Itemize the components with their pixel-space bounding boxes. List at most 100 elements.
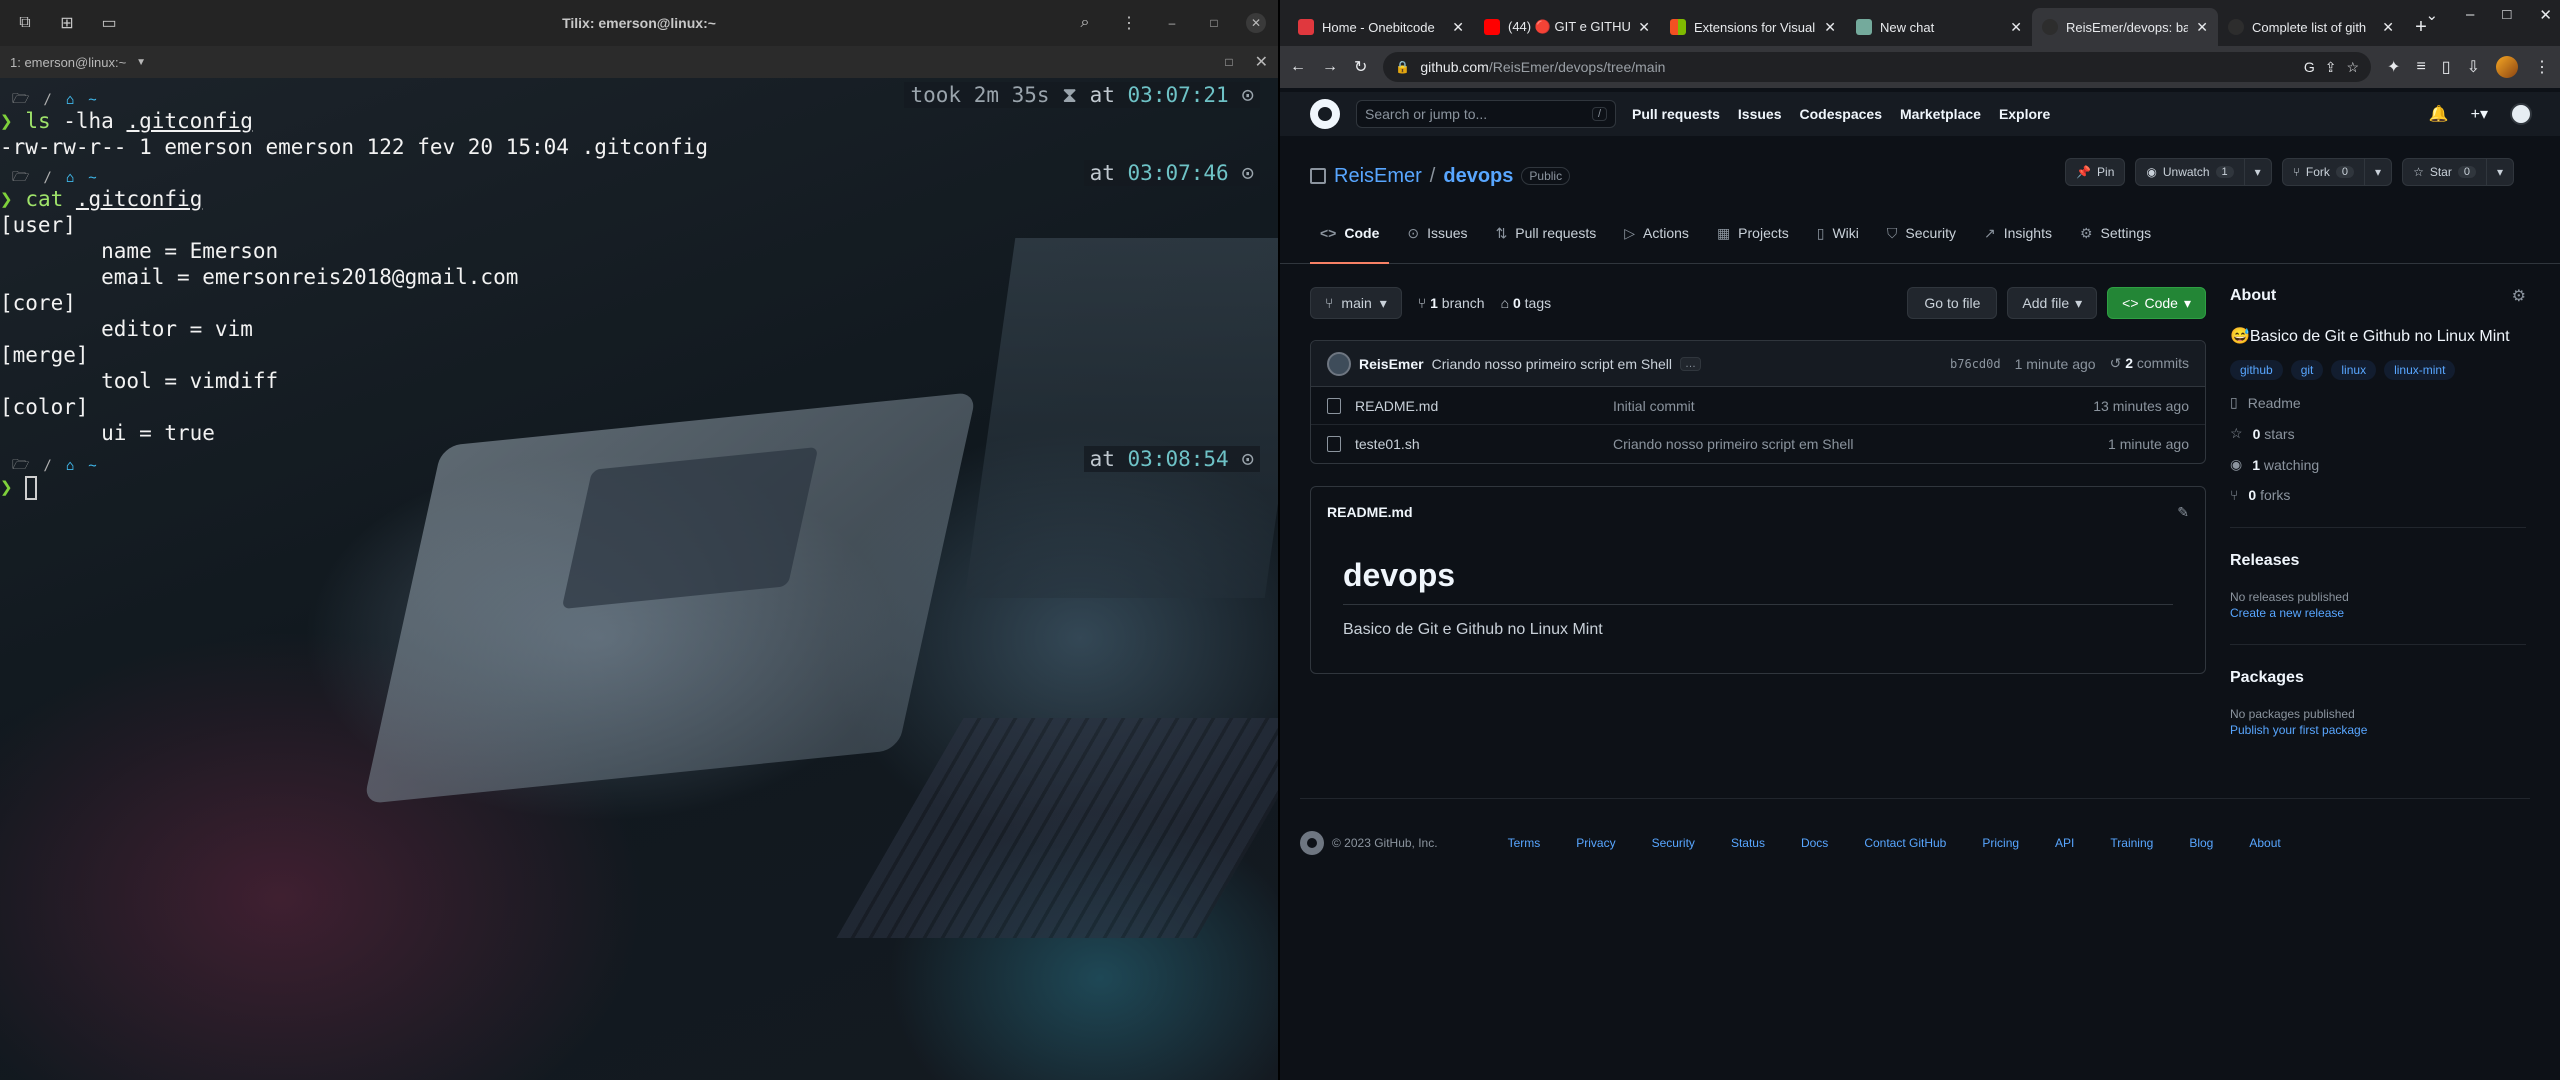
minimize-icon[interactable]: – [1162, 13, 1182, 33]
close-tab-icon[interactable]: ✕ [2010, 19, 2022, 36]
nav-pull-requests[interactable]: Pull requests [1632, 106, 1720, 122]
footer-link-terms[interactable]: Terms [1508, 836, 1541, 850]
tab-security[interactable]: ⛉ Security [1877, 216, 1966, 250]
notifications-bell-icon[interactable]: 🔔 [2429, 104, 2449, 124]
back-icon[interactable]: ← [1290, 58, 1306, 76]
footer-link-security[interactable]: Security [1652, 836, 1695, 850]
browser-tab[interactable]: (44) 🔴 GIT e GITHUB ✕ [1474, 8, 1660, 46]
tab-issues[interactable]: ⊙ Issues [1397, 216, 1477, 250]
publish-package-link[interactable]: Publish your first package [2230, 723, 2526, 737]
command-line[interactable]: ❯ [0, 474, 38, 500]
tab-code[interactable]: <> Code [1310, 216, 1390, 264]
commit-message[interactable]: Criando nosso primeiro script em Shell [1432, 356, 1672, 372]
watching-link[interactable]: ◉ 1 watching [2230, 456, 2526, 473]
github-logo-icon[interactable] [1310, 99, 1340, 129]
tab-projects[interactable]: ▦ Projects [1707, 216, 1799, 250]
browser-tab[interactable]: New chat ✕ [1846, 8, 2032, 46]
media-icon[interactable]: ≡ [2416, 58, 2425, 76]
maximize-icon[interactable]: □ [2502, 6, 2511, 24]
footer-link-contact[interactable]: Contact GitHub [1864, 836, 1946, 850]
search-icon[interactable]: ⌕ [1074, 12, 1096, 34]
reload-icon[interactable]: ↻ [1354, 57, 1367, 77]
tab-actions[interactable]: ▷ Actions [1614, 216, 1699, 250]
tab-pull-requests[interactable]: ⇅ Pull requests [1486, 216, 1607, 250]
forward-icon[interactable]: → [1322, 58, 1338, 76]
browser-tab-active[interactable]: ReisEmer/devops: ba ✕ [2032, 8, 2218, 46]
close-icon[interactable]: ✕ [2539, 6, 2552, 24]
file-commit-message[interactable]: Criando nosso primeiro script em Shell [1613, 436, 2108, 452]
footer-link-api[interactable]: API [2055, 836, 2074, 850]
footer-link-privacy[interactable]: Privacy [1576, 836, 1615, 850]
google-lens-icon[interactable]: G [2304, 59, 2315, 75]
topic-tag[interactable]: linux [2331, 360, 2377, 380]
footer-link-blog[interactable]: Blog [2189, 836, 2213, 850]
close-tab-icon[interactable]: ✕ [1452, 19, 1464, 36]
close-tab-icon[interactable]: ✕ [1638, 19, 1650, 36]
nav-explore[interactable]: Explore [1999, 106, 2050, 122]
github-logo-icon[interactable] [1300, 831, 1324, 855]
edit-pencil-icon[interactable]: ✎ [2177, 504, 2189, 521]
gear-icon[interactable]: ⚙ [2512, 286, 2526, 306]
nav-codespaces[interactable]: Codespaces [1800, 106, 1882, 122]
close-tab-icon[interactable]: ✕ [2196, 19, 2208, 36]
add-terminal-icon[interactable]: ⊞ [56, 12, 78, 34]
menu-icon[interactable]: ⋮ [1118, 12, 1140, 34]
sidepanel-icon[interactable]: ▯ [2442, 57, 2451, 77]
profile-avatar[interactable] [2496, 56, 2518, 78]
share-icon[interactable]: ⇪ [2325, 59, 2337, 76]
topic-tag[interactable]: git [2290, 360, 2324, 380]
star-button[interactable]: ☆ Star 0 ▾ [2402, 158, 2514, 186]
footer-link-training[interactable]: Training [2110, 836, 2153, 850]
packages-title[interactable]: Packages [2230, 669, 2526, 687]
maximize-pane-icon[interactable]: □ [1225, 55, 1232, 69]
readme-link[interactable]: ▯ Readme [2230, 394, 2526, 411]
file-commit-message[interactable]: Initial commit [1613, 398, 2093, 414]
topic-tag[interactable]: linux-mint [2384, 360, 2456, 380]
user-avatar[interactable] [2510, 103, 2532, 125]
avatar[interactable] [1327, 351, 1351, 376]
branches-link[interactable]: ⑂ 1 branch [1418, 295, 1485, 311]
tab-search-icon[interactable]: ⌄ [2425, 6, 2438, 24]
close-tab-icon[interactable]: ✕ [1824, 19, 1836, 36]
create-release-link[interactable]: Create a new release [2230, 606, 2526, 620]
terminal-session-icon[interactable]: ⧉ [14, 12, 36, 34]
add-file-button[interactable]: Add file ▾ [2007, 287, 2098, 319]
commit-expand-button[interactable]: … [1680, 356, 1702, 371]
file-name[interactable]: teste01.sh [1355, 436, 1613, 452]
maximize-icon[interactable]: □ [1204, 13, 1224, 33]
close-icon[interactable]: ✕ [1246, 13, 1266, 33]
browser-tab[interactable]: Extensions for Visual ✕ [1660, 8, 1846, 46]
footer-link-pricing[interactable]: Pricing [1982, 836, 2019, 850]
pin-button[interactable]: 📌 Pin [2065, 158, 2126, 186]
tab-insights[interactable]: ↗ Insights [1974, 216, 2062, 250]
tab-wiki[interactable]: ▯ Wiki [1807, 216, 1869, 250]
commit-sha[interactable]: b76cd0d [1950, 357, 2001, 371]
tab-settings[interactable]: ⚙ Settings [2070, 216, 2161, 250]
nav-issues[interactable]: Issues [1738, 106, 1782, 122]
chrome-menu-icon[interactable]: ⋮ [2534, 57, 2550, 77]
session-label[interactable]: 1: emerson@linux:~ [10, 55, 126, 70]
chevron-down-icon[interactable]: ▼ [136, 57, 146, 68]
repo-owner-link[interactable]: ReisEmer [1334, 165, 1422, 188]
split-terminal-icon[interactable]: ▭ [98, 12, 120, 34]
stars-link[interactable]: ☆ 0 stars [2230, 425, 2526, 442]
search-input[interactable]: Search or jump to... / [1356, 100, 1616, 128]
commit-author[interactable]: ReisEmer [1359, 356, 1424, 372]
go-to-file-button[interactable]: Go to file [1907, 287, 1998, 319]
forks-link[interactable]: ⑂ 0 forks [2230, 487, 2526, 503]
browser-tab[interactable]: Home - Onebitcode ✕ [1288, 8, 1474, 46]
browser-tab[interactable]: Complete list of gith ✕ [2218, 8, 2404, 46]
close-pane-icon[interactable]: ✕ [1255, 52, 1268, 72]
file-row[interactable]: README.md Initial commit 13 minutes ago [1311, 387, 2205, 425]
lock-icon[interactable]: 🔒 [1395, 60, 1410, 74]
releases-title[interactable]: Releases [2230, 552, 2526, 570]
minimize-icon[interactable]: – [2466, 6, 2474, 24]
close-tab-icon[interactable]: ✕ [2382, 19, 2394, 36]
file-name[interactable]: README.md [1355, 398, 1613, 414]
address-bar[interactable]: 🔒 github.com/ReisEmer/devops/tree/main G… [1383, 52, 2372, 82]
branch-select-button[interactable]: ⑂ main ▾ [1310, 287, 1402, 319]
topic-tag[interactable]: github [2230, 360, 2283, 380]
bookmark-star-icon[interactable]: ☆ [2346, 59, 2359, 76]
unwatch-button[interactable]: ◉ Unwatch 1 ▾ [2135, 158, 2272, 186]
footer-link-docs[interactable]: Docs [1801, 836, 1828, 850]
